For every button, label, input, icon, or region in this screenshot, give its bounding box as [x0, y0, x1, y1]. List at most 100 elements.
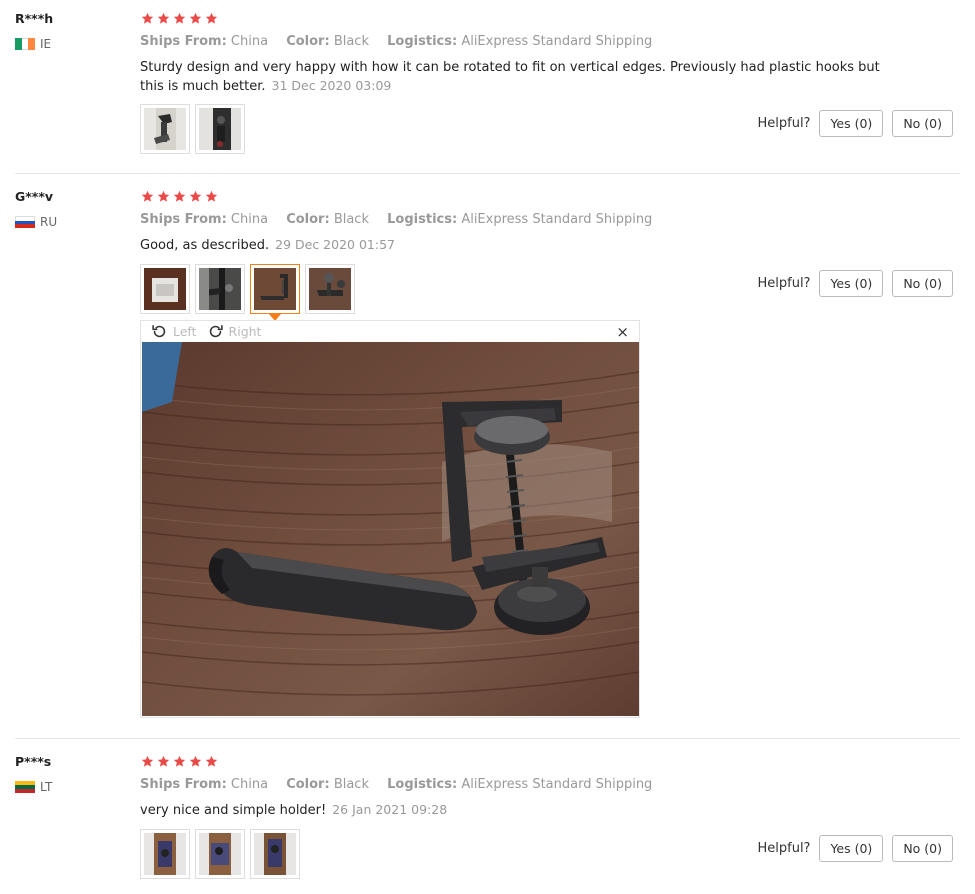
logistics-value: AliExpress Standard Shipping [461, 212, 653, 227]
review-body: Good, as described. [140, 238, 270, 253]
review-body: Sturdy design and very happy with how it… [140, 60, 880, 94]
logistics-value: AliExpress Standard Shipping [461, 34, 653, 49]
star-rating [141, 755, 218, 768]
ireland-flag-icon [15, 38, 35, 50]
review-photo-thumb[interactable] [140, 264, 190, 314]
helpful-label: Helpful? [757, 116, 811, 131]
review-photo-thumb[interactable] [140, 829, 190, 879]
ships-from-value: China [230, 777, 269, 792]
star-icon [205, 755, 218, 767]
photo-viewer-toolbar: Left Right × [141, 321, 639, 341]
photo-image [254, 268, 296, 310]
photo-image [254, 833, 296, 875]
rotate-left-label: Left [173, 323, 197, 339]
review-photo-thumb[interactable] [305, 264, 355, 314]
review-photo-thumb[interactable] [250, 829, 300, 879]
rotate-right-label: Right [228, 323, 262, 339]
star-rating [141, 190, 218, 203]
logistics-value: AliExpress Standard Shipping [461, 777, 653, 792]
review-photo-thumb[interactable] [195, 829, 245, 879]
reviewer-country: RU [15, 215, 57, 229]
star-icon [205, 12, 218, 24]
star-icon [141, 190, 154, 202]
country-code: RU [40, 215, 58, 229]
reviewer-country: IE [15, 37, 51, 51]
photo-image [199, 833, 241, 875]
rotate-right-icon [209, 324, 223, 337]
star-icon [157, 12, 170, 24]
review-date: 29 Dec 2020 01:57 [275, 237, 395, 252]
reviewer-country: LT [15, 780, 52, 794]
helpful-label: Helpful? [757, 276, 811, 291]
logistics-label: Logistics: [387, 34, 458, 49]
review-body: very nice and simple holder! [140, 803, 327, 818]
product-photo [142, 342, 639, 716]
photo-image [199, 108, 241, 150]
order-meta: Ships From: China Color: Black Logistics… [140, 212, 652, 227]
helpful-vote: Helpful? Yes (0) No (0) [757, 110, 953, 137]
star-icon [173, 12, 186, 24]
review-divider [15, 738, 960, 739]
reviewer-name: G***v [15, 189, 54, 204]
close-icon[interactable]: × [616, 323, 629, 341]
review-photos [140, 264, 355, 321]
reviewer-name: R***h [15, 11, 54, 26]
helpful-no-button[interactable]: No (0) [892, 270, 953, 297]
lithuania-flag-icon [15, 781, 35, 793]
helpful-yes-button[interactable]: Yes (0) [819, 270, 884, 297]
review-text: Good, as described. 29 Dec 2020 01:57 [140, 236, 880, 255]
photo-image [144, 833, 186, 875]
photo-image [199, 268, 241, 310]
logistics-label: Logistics: [387, 777, 458, 792]
review-photo-thumb[interactable] [195, 104, 245, 154]
color-label: Color: [286, 212, 330, 227]
russia-flag-icon [15, 216, 35, 228]
star-icon [189, 755, 202, 767]
helpful-no-button[interactable]: No (0) [892, 110, 953, 137]
star-icon [189, 190, 202, 202]
photo-image [309, 268, 351, 310]
review-photo-thumb[interactable] [140, 104, 190, 154]
review-photos [140, 104, 245, 154]
helpful-label: Helpful? [757, 841, 811, 856]
ships-from-label: Ships From: [140, 34, 227, 49]
country-code: LT [40, 780, 53, 794]
rotate-left-button[interactable]: Left [151, 323, 197, 340]
ships-from-value: China [230, 34, 269, 49]
star-icon [173, 190, 186, 202]
color-value: Black [333, 777, 369, 792]
helpful-yes-button[interactable]: Yes (0) [819, 835, 884, 862]
star-icon [205, 190, 218, 202]
reviewer-name: P***s [15, 754, 52, 769]
star-icon [173, 755, 186, 767]
photo-viewer-image [142, 342, 639, 716]
photo-image [144, 108, 186, 150]
country-code: IE [40, 37, 52, 51]
color-value: Black [333, 212, 369, 227]
helpful-no-button[interactable]: No (0) [892, 835, 953, 862]
star-icon [189, 12, 202, 24]
order-meta: Ships From: China Color: Black Logistics… [140, 777, 652, 792]
helpful-vote: Helpful? Yes (0) No (0) [757, 835, 953, 862]
star-rating [141, 12, 218, 25]
star-icon [141, 755, 154, 767]
order-meta: Ships From: China Color: Black Logistics… [140, 34, 652, 49]
star-icon [141, 12, 154, 24]
photo-viewer: Left Right × [140, 320, 640, 718]
review-photos [140, 829, 300, 879]
review-date: 31 Dec 2020 03:09 [271, 78, 392, 93]
star-icon [157, 755, 170, 767]
review-photo-thumb[interactable] [195, 264, 245, 314]
photo-image [144, 268, 186, 310]
ships-from-value: China [230, 212, 269, 227]
ships-from-label: Ships From: [140, 777, 227, 792]
color-value: Black [333, 34, 369, 49]
review-photo-thumb-selected[interactable] [250, 264, 300, 321]
review-text: Sturdy design and very happy with how it… [140, 59, 880, 96]
color-label: Color: [286, 34, 330, 49]
helpful-vote: Helpful? Yes (0) No (0) [757, 270, 953, 297]
rotate-right-button[interactable]: Right [207, 323, 262, 340]
review-text: very nice and simple holder! 26 Jan 2021 … [140, 801, 880, 820]
review-date: 26 Jan 2021 09:28 [332, 802, 448, 817]
helpful-yes-button[interactable]: Yes (0) [819, 110, 884, 137]
